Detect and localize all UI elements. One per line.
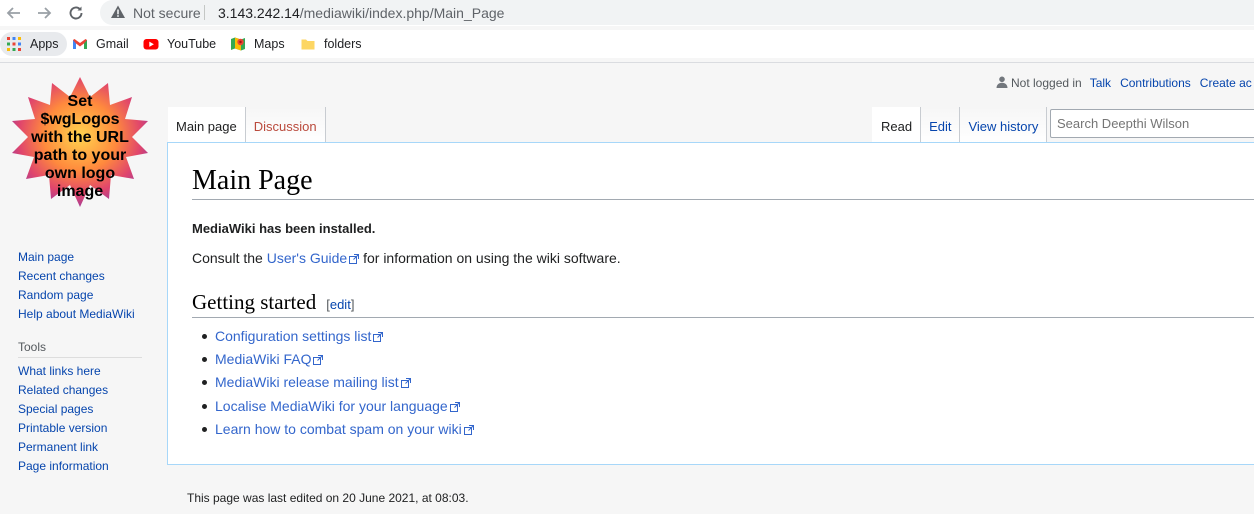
bookmark-label: Gmail [96, 37, 129, 51]
external-link-icon [449, 401, 460, 412]
sidebar-item-permanent-link[interactable]: Permanent link [18, 438, 142, 457]
mailing-list-link[interactable]: MediaWiki release mailing list [215, 374, 411, 390]
search-box[interactable] [1050, 109, 1254, 138]
personal-tools: Not logged in Talk Contributions Create ac [996, 75, 1254, 90]
svg-text:path to your: path to your [34, 147, 126, 164]
view-tabs: Read Edit View history [872, 107, 1048, 143]
section-title: Getting started [192, 290, 317, 314]
installed-message: MediaWiki has been installed. [192, 221, 376, 236]
sidebar-item-recent-changes[interactable]: Recent changes [18, 267, 135, 286]
site-logo[interactable]: Set $wgLogos with the URL path to your o… [10, 75, 150, 215]
url-text: 3.143.242.14/mediawiki/index.php/Main_Pa… [218, 5, 504, 21]
page-title: Main Page [192, 165, 1254, 200]
back-arrow-icon[interactable] [4, 3, 24, 23]
not-logged-in-label: Not logged in [1011, 76, 1082, 90]
config-settings-link[interactable]: Configuration settings list [215, 328, 384, 344]
external-link-icon [400, 378, 411, 389]
svg-text:$wgLogos: $wgLogos [40, 111, 119, 128]
external-link-icon [313, 355, 324, 366]
consult-prefix: Consult the [192, 250, 267, 266]
svg-text:with the URL: with the URL [30, 129, 129, 146]
link-label: Configuration settings list [215, 328, 372, 344]
link-label: Localise MediaWiki for your language [215, 397, 448, 414]
wiki-page: Not logged in Talk Contributions Create ac … [0, 63, 1254, 514]
localise-link[interactable]: Localise MediaWiki for your language [215, 398, 460, 414]
gmail-icon [72, 36, 88, 52]
edit-bracket-close: ] [350, 297, 355, 312]
list-item: Configuration settings list [202, 325, 474, 348]
content-area: Main Page MediaWiki has been installed. … [167, 142, 1254, 465]
section-edit: [edit] [326, 297, 354, 312]
folder-icon [300, 36, 316, 52]
list-item: MediaWiki release mailing list [202, 371, 474, 394]
bookmark-label: Apps [30, 37, 59, 51]
sidebar-item-what-links-here[interactable]: What links here [18, 362, 142, 381]
url-host: 3.143.242.14 [218, 5, 300, 21]
sidebar-item-main-page[interactable]: Main page [18, 248, 135, 267]
url-path: /mediawiki/index.php/Main_Page [299, 5, 505, 21]
footer-last-edited: This page was last edited on 20 June 202… [187, 491, 469, 505]
create-account-link[interactable]: Create ac [1200, 76, 1252, 90]
namespace-tabs: Main page Discussion [168, 107, 326, 143]
link-label: MediaWiki FAQ [215, 351, 312, 368]
youtube-icon [143, 36, 159, 52]
consult-paragraph: Consult the User's Guide for information… [192, 250, 621, 266]
consult-suffix: for information on using the wiki softwa… [359, 250, 621, 266]
user-icon [996, 76, 1008, 88]
bookmark-label: folders [324, 37, 362, 51]
external-link-icon [463, 424, 474, 435]
omnibox-separator [204, 5, 205, 20]
tools-portal: Tools What links here Related changes Sp… [18, 340, 142, 476]
svg-text:own logo: own logo [45, 165, 115, 182]
faq-link[interactable]: MediaWiki FAQ [215, 351, 324, 368]
address-bar[interactable]: Not secure 3.143.242.14/mediawiki/index.… [100, 0, 1254, 25]
tab-main-page[interactable]: Main page [168, 107, 246, 143]
users-guide-label: User's Guide [266, 250, 348, 266]
tab-read[interactable]: Read [872, 107, 922, 143]
svg-text:Set: Set [68, 93, 94, 110]
users-guide-link[interactable]: User's Guide [266, 250, 360, 266]
bookmark-apps[interactable]: Apps [0, 32, 67, 56]
bookmark-folders[interactable]: folders [300, 32, 362, 56]
sidebar-item-random-page[interactable]: Random page [18, 286, 135, 305]
talk-link[interactable]: Talk [1090, 76, 1111, 90]
bookmark-gmail[interactable]: Gmail [72, 32, 129, 56]
tab-view-history[interactable]: View history [960, 107, 1048, 143]
getting-started-list: Configuration settings list MediaWiki FA… [202, 325, 474, 441]
tab-edit[interactable]: Edit [921, 107, 961, 143]
bookmark-label: YouTube [167, 37, 217, 51]
forward-arrow-icon[interactable] [34, 3, 54, 23]
maps-icon [230, 36, 246, 52]
reload-icon[interactable] [66, 3, 86, 23]
link-label: Learn how to combat spam on your wiki [215, 420, 462, 437]
list-item: MediaWiki FAQ [202, 348, 474, 371]
not-secure-label: Not secure [133, 5, 201, 21]
search-input[interactable] [1051, 110, 1254, 137]
bookmark-youtube[interactable]: YouTube [143, 32, 216, 56]
external-link-icon [349, 254, 360, 264]
section-heading: Getting started [edit] [192, 290, 1254, 318]
tools-heading: Tools [18, 340, 142, 358]
section-edit-link[interactable]: edit [330, 297, 351, 312]
combat-spam-link[interactable]: Learn how to combat spam on your wiki [215, 421, 474, 437]
sidebar-item-page-information[interactable]: Page information [18, 457, 142, 476]
navigation-portal: Main page Recent changes Random page Hel… [18, 248, 135, 324]
browser-toolbar: Not secure 3.143.242.14/mediawiki/index.… [0, 0, 1254, 26]
apps-grid-icon [6, 36, 22, 52]
sidebar-item-help[interactable]: Help about MediaWiki [18, 305, 135, 324]
warning-icon [111, 5, 125, 18]
link-label: MediaWiki release mailing list [215, 374, 399, 391]
contributions-link[interactable]: Contributions [1120, 76, 1191, 90]
tab-discussion[interactable]: Discussion [245, 107, 326, 143]
list-item: Learn how to combat spam on your wiki [202, 418, 474, 441]
bookmark-label: Maps [254, 37, 285, 51]
bookmarks-bar: Apps Gmail YouTube Maps folders [0, 30, 1254, 82]
sidebar-item-printable-version[interactable]: Printable version [18, 419, 142, 438]
list-item: Localise MediaWiki for your language [202, 395, 474, 418]
sidebar-item-related-changes[interactable]: Related changes [18, 381, 142, 400]
svg-text:image: image [57, 183, 103, 200]
external-link-icon [373, 332, 384, 342]
bookmark-maps[interactable]: Maps [230, 32, 285, 56]
sidebar-item-special-pages[interactable]: Special pages [18, 400, 142, 419]
